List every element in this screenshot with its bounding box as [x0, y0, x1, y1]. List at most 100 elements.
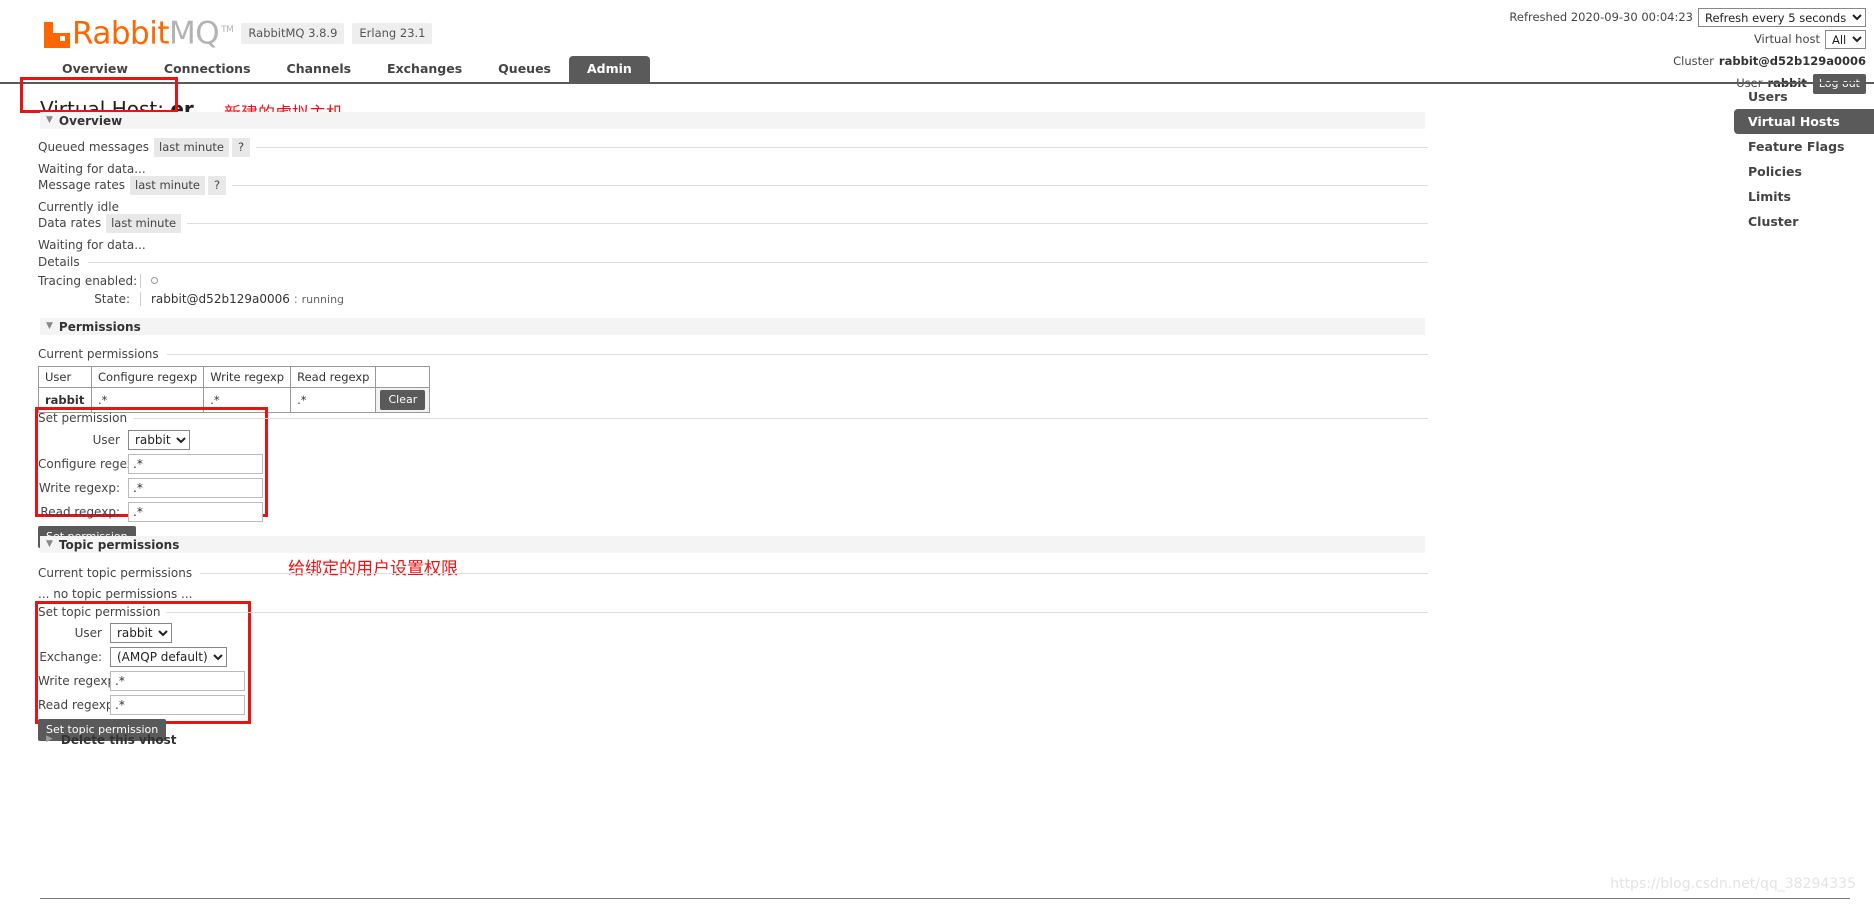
section-permissions[interactable]: ▼ Permissions — [40, 318, 1425, 335]
queued-messages-row: Queued messages last minute ? — [38, 137, 1428, 157]
circle-icon — [151, 277, 158, 284]
section-overview[interactable]: ▼ Overview — [40, 112, 1425, 129]
divider — [166, 611, 1428, 613]
message-rates-help-icon[interactable]: ? — [208, 175, 227, 195]
set-permission-read-input[interactable] — [128, 502, 263, 522]
clear-permission-button[interactable]: Clear — [380, 390, 426, 410]
queued-messages-label: Queued messages — [38, 140, 150, 154]
sidebar-item-limits[interactable]: Limits — [1734, 184, 1874, 209]
tab-admin[interactable]: Admin — [569, 56, 650, 82]
refresh-interval-select[interactable]: Refresh every 5 seconds — [1698, 8, 1866, 27]
set-topic-user-select[interactable]: rabbit — [110, 623, 172, 643]
tab-queues[interactable]: Queues — [480, 56, 569, 82]
tab-channels[interactable]: Channels — [269, 56, 370, 82]
trademark-icon: TM — [221, 24, 234, 35]
set-permission-user-select[interactable]: rabbit — [128, 430, 190, 450]
table-header-row: User Configure regexp Write regexp Read … — [38, 366, 431, 388]
sidebar-item-label: Users — [1748, 89, 1788, 104]
set-permission-read-label: Read regexp: — [40, 505, 120, 519]
sidebar-item-label: Virtual Hosts — [1748, 114, 1840, 129]
sidebar-item-policies[interactable]: Policies — [1734, 159, 1874, 184]
app-header: RabbitMQ TM RabbitMQ 3.8.9 Erlang 23.1 Re… — [0, 0, 1874, 94]
set-topic-read-label: Read regexp: — [38, 698, 118, 712]
sidebar-item-virtual-hosts[interactable]: Virtual Hosts — [1734, 109, 1874, 134]
cell-actions: Clear — [375, 387, 431, 413]
brand-logo[interactable]: RabbitMQ TM RabbitMQ 3.8.9 Erlang 23.1 — [44, 12, 433, 51]
tab-exchanges[interactable]: Exchanges — [369, 56, 480, 82]
brand-word-rabbit: Rabbit — [72, 15, 169, 51]
th-read-regexp: Read regexp — [290, 366, 377, 388]
rabbitmq-logo-icon — [44, 22, 70, 48]
admin-sidebar: Users Virtual Hosts Feature Flags Polici… — [1734, 84, 1874, 234]
state-status: running — [301, 293, 345, 306]
queued-messages-help-icon[interactable]: ? — [232, 137, 251, 157]
th-actions — [375, 366, 431, 388]
state-value: rabbit@d52b129a0006 : running — [140, 292, 344, 306]
section-permissions-label: Permissions — [58, 319, 141, 334]
set-topic-write-row: Write regexp: — [38, 671, 245, 691]
tab-overview[interactable]: Overview — [44, 56, 146, 82]
divider — [166, 353, 1428, 355]
state-row: State: rabbit@d52b129a0006 : running — [38, 292, 344, 306]
main-navigation: Overview Connections Channels Exchanges … — [0, 56, 1874, 84]
sidebar-item-feature-flags[interactable]: Feature Flags — [1734, 134, 1874, 159]
set-topic-write-input[interactable] — [110, 671, 245, 691]
current-permissions-row: Current permissions — [38, 346, 1428, 362]
message-rates-label: Message rates — [38, 178, 126, 192]
sidebar-item-label: Limits — [1748, 189, 1791, 204]
caret-right-icon: ▶ — [46, 734, 53, 744]
th-user: User — [38, 366, 92, 388]
divider — [187, 222, 1428, 224]
set-permission-configure-row: Configure regexp: — [38, 454, 263, 474]
refresh-row: Refreshed 2020-09-30 00:04:23 Refresh ev… — [1509, 8, 1866, 27]
sidebar-item-cluster[interactable]: Cluster — [1734, 209, 1874, 234]
set-permission-write-row: Write regexp: — [38, 478, 263, 498]
sidebar-item-label: Feature Flags — [1748, 139, 1845, 154]
set-permission-configure-input[interactable] — [128, 454, 263, 474]
queued-messages-value: Waiting for data... — [38, 162, 146, 176]
message-rates-value: Currently idle — [38, 200, 119, 214]
set-topic-exchange-row: Exchange: (AMQP default) — [38, 647, 245, 667]
vhost-filter-label: Virtual host — [1753, 32, 1820, 46]
set-permission-read-row: Read regexp: — [38, 502, 263, 522]
section-topic-permissions[interactable]: ▼ Topic permissions — [40, 536, 1425, 553]
set-topic-user-row: User rabbit — [38, 623, 245, 643]
set-permission-form: User rabbit Configure regexp: Write rege… — [38, 430, 263, 552]
details-label: Details — [38, 255, 80, 269]
queued-messages-period-pill[interactable]: last minute — [154, 137, 230, 157]
sidebar-item-label: Cluster — [1748, 214, 1799, 229]
message-rates-period-pill[interactable]: last minute — [130, 175, 206, 195]
set-permission-write-input[interactable] — [128, 478, 263, 498]
set-permission-configure-label: Configure regexp: — [38, 457, 146, 471]
footer-divider — [40, 898, 1850, 899]
state-node-name: rabbit@d52b129a0006 — [151, 292, 290, 306]
tracing-enabled-label: Tracing enabled: — [38, 274, 138, 288]
sidebar-item-label: Policies — [1748, 164, 1802, 179]
data-rates-value: Waiting for data... — [38, 238, 146, 252]
data-rates-period-pill[interactable]: last minute — [106, 213, 182, 233]
current-topic-permissions-label: Current topic permissions — [38, 566, 193, 580]
current-permissions-table: User Configure regexp Write regexp Read … — [38, 366, 431, 413]
sidebar-item-users[interactable]: Users — [1734, 84, 1874, 109]
set-topic-exchange-select[interactable]: (AMQP default) — [110, 647, 227, 667]
tab-connections[interactable]: Connections — [146, 56, 269, 82]
vhost-filter-select[interactable]: All — [1825, 30, 1866, 49]
section-overview-label: Overview — [58, 113, 123, 128]
set-permission-caption: Set permission — [38, 411, 128, 425]
erlang-version-badge: Erlang 23.1 — [352, 23, 433, 44]
nav-tab-list: Overview Connections Channels Exchanges … — [0, 56, 1874, 82]
set-topic-read-input[interactable] — [110, 695, 245, 715]
cell-read-regexp: .* — [290, 387, 377, 413]
delete-vhost-label: Delete this vhost — [60, 732, 177, 747]
section-delete-vhost[interactable]: ▶ Delete this vhost — [40, 731, 1425, 748]
section-topic-permissions-label: Topic permissions — [58, 537, 180, 552]
set-topic-user-label: User — [74, 626, 102, 640]
set-permission-user-label: User — [92, 433, 120, 447]
rabbitmq-version-badge: RabbitMQ 3.8.9 — [241, 23, 345, 44]
divider — [87, 261, 1428, 263]
details-row: Details — [38, 254, 1428, 270]
set-topic-write-label: Write regexp: — [38, 674, 120, 688]
caret-down-icon: ▼ — [46, 321, 53, 331]
divider — [200, 572, 1428, 574]
set-permission-user-row: User rabbit — [38, 430, 263, 450]
